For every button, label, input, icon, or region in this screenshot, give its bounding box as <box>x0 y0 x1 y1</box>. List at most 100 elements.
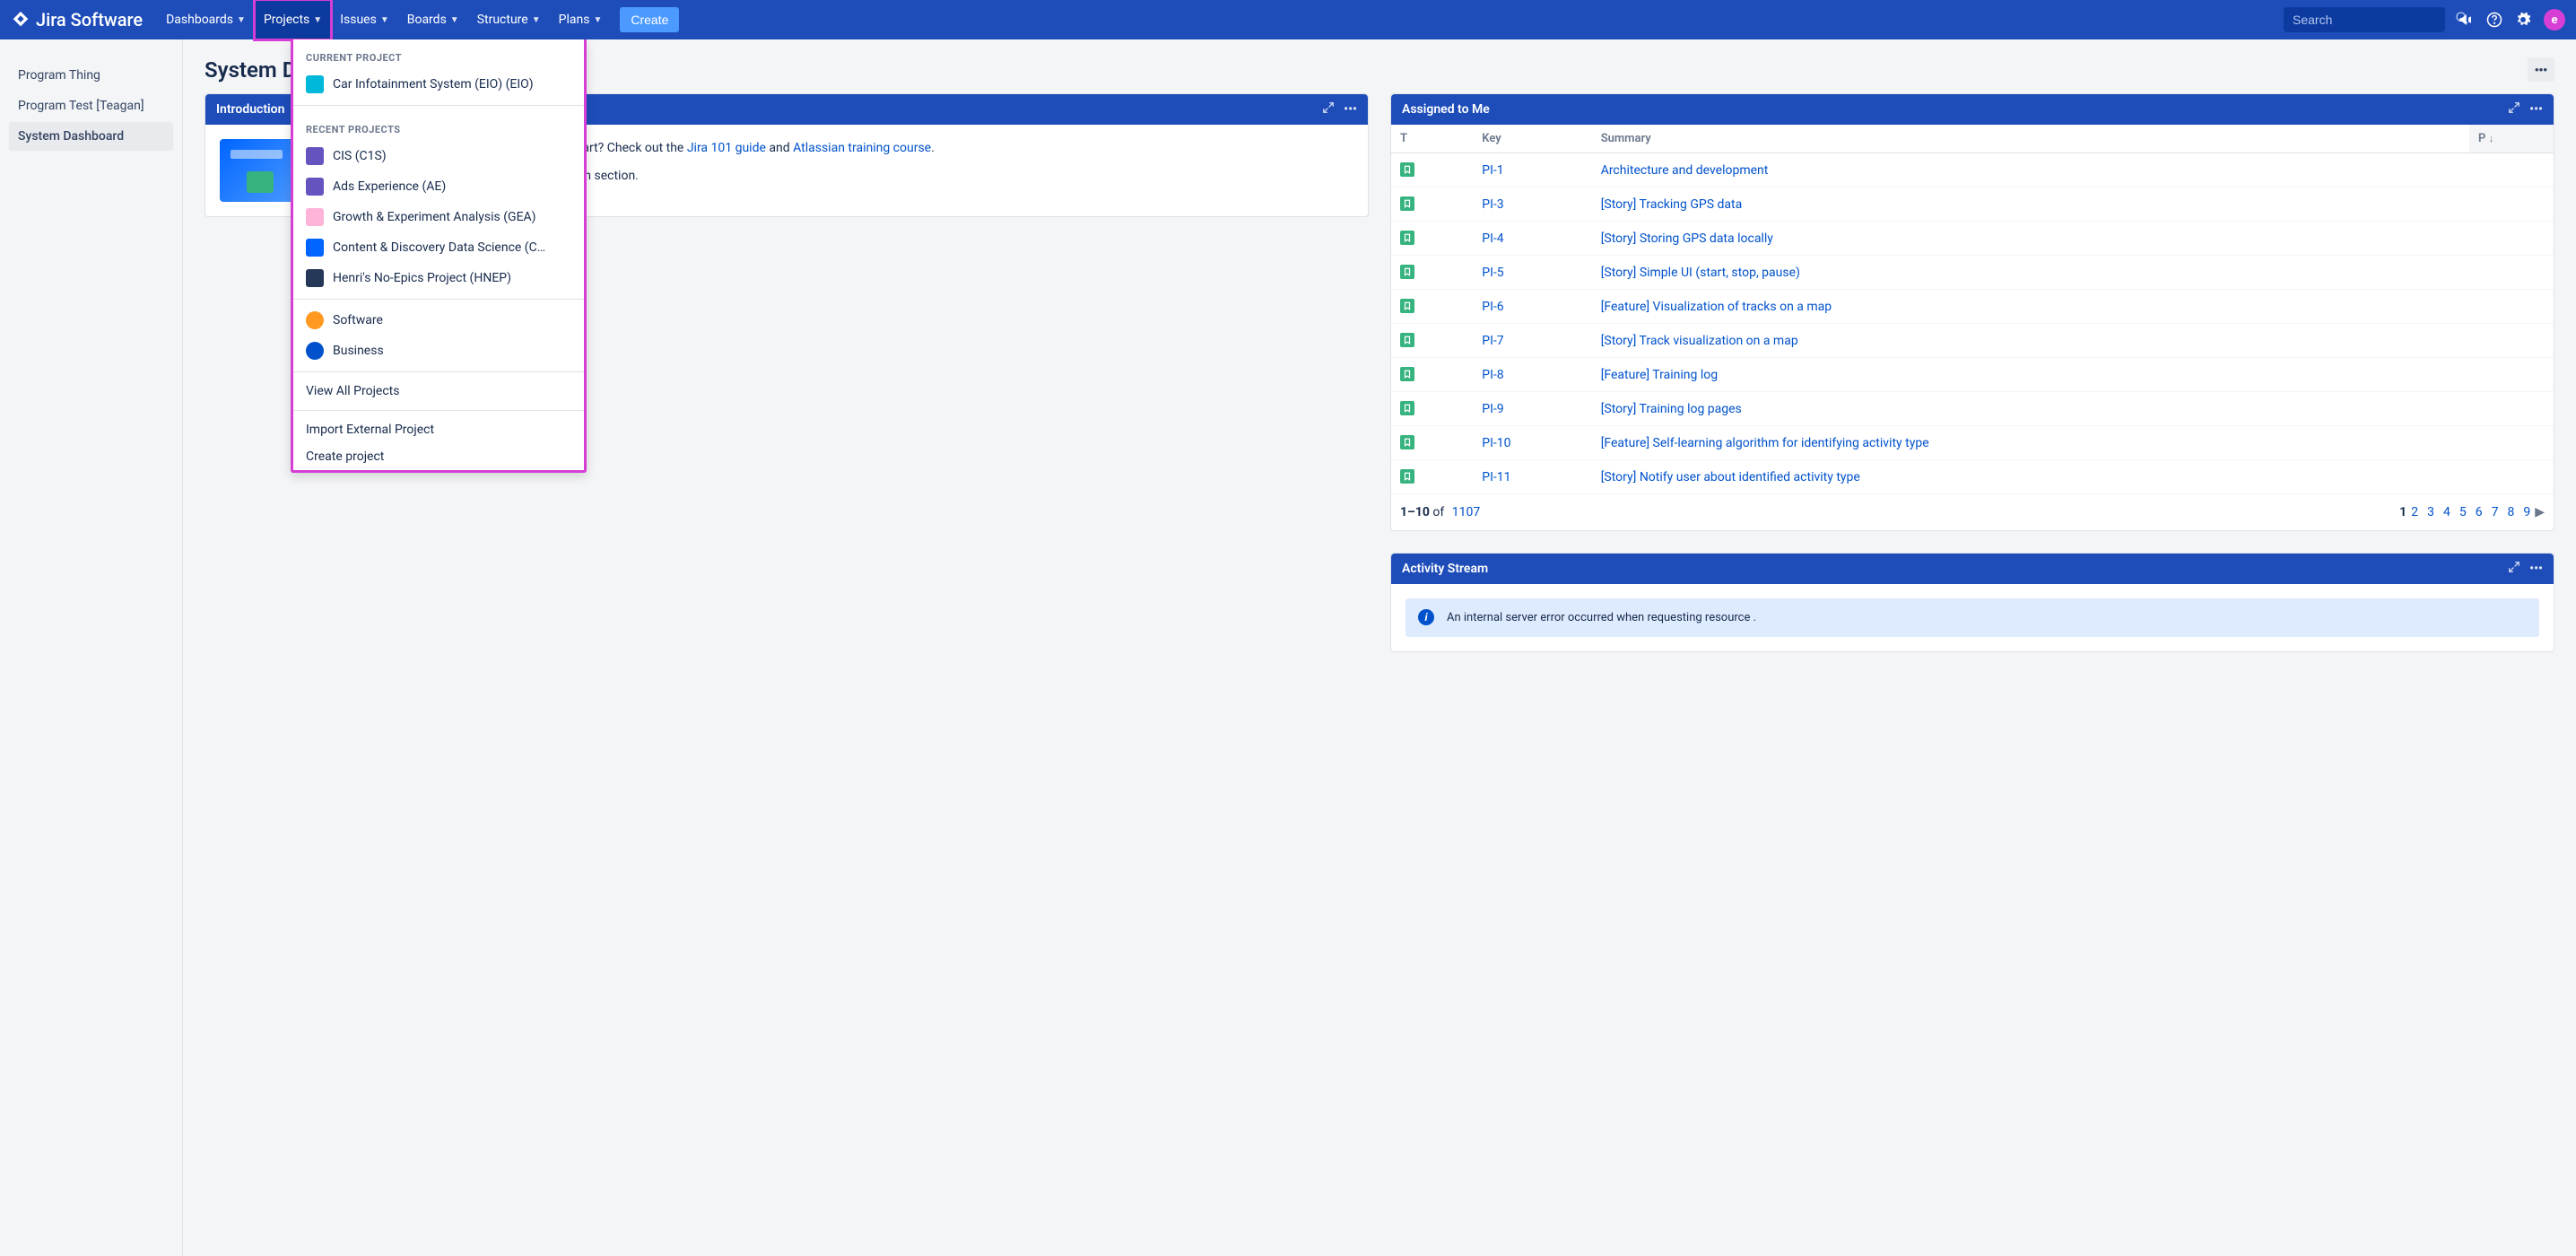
megaphone-icon[interactable] <box>2458 12 2474 28</box>
issue-key-link[interactable]: PI-9 <box>1482 402 1503 416</box>
dropdown-project-item[interactable]: CIS (C1S) <box>293 141 584 171</box>
table-row: PI-6 [Feature] Visualization of tracks on… <box>1391 290 2554 324</box>
dropdown-project-item[interactable]: Business <box>293 336 584 366</box>
dropdown-action-item[interactable]: View All Projects <box>293 378 584 405</box>
search-input[interactable] <box>2293 13 2455 27</box>
issue-key-link[interactable]: PI-1 <box>1482 163 1503 178</box>
total-link[interactable]: 1107 <box>1452 505 1480 519</box>
search-box[interactable] <box>2284 7 2445 32</box>
table-row: PI-11 [Story] Notify user about identifie… <box>1391 460 2554 494</box>
avatar[interactable]: e <box>2544 9 2565 31</box>
issue-key-link[interactable]: PI-5 <box>1482 266 1503 280</box>
dots-icon[interactable]: ••• <box>2529 562 2543 576</box>
issue-summary-link[interactable]: [Feature] Self-learning algorithm for id… <box>1601 436 1929 450</box>
dropdown-section-title: RECENT PROJECTS <box>293 111 584 141</box>
page-link[interactable]: 4 <box>2443 505 2450 519</box>
issue-key-link[interactable]: PI-3 <box>1482 197 1503 212</box>
create-button[interactable]: Create <box>620 7 679 32</box>
nav-boards[interactable]: Boards▼ <box>398 0 468 39</box>
sidebar-item-program-thing[interactable]: Program Thing <box>9 61 173 90</box>
issue-key-link[interactable]: PI-7 <box>1482 334 1503 348</box>
col-priority[interactable]: P ↓ <box>2469 125 2554 153</box>
dropdown-item-label: Car Infotainment System (EIO) (EIO) <box>333 77 534 92</box>
dropdown-action-item[interactable]: Create project <box>293 443 584 470</box>
page-link[interactable]: 8 <box>2507 505 2514 519</box>
page-link[interactable]: 5 <box>2459 505 2467 519</box>
dropdown-project-item[interactable]: Car Infotainment System (EIO) (EIO) <box>293 69 584 100</box>
issue-key-link[interactable]: PI-10 <box>1482 436 1510 450</box>
panel-title: Assigned to Me <box>1402 102 1490 117</box>
project-avatar-icon <box>306 342 324 360</box>
issue-summary-link[interactable]: [Story] Simple UI (start, stop, pause) <box>1601 266 1800 280</box>
page-link[interactable]: 9 <box>2523 505 2530 519</box>
nav-issues[interactable]: Issues▼ <box>331 0 398 39</box>
dropdown-item-label: Henri's No-Epics Project (HNEP) <box>333 271 511 285</box>
issue-key-link[interactable]: PI-6 <box>1482 300 1503 314</box>
nav-plans[interactable]: Plans▼ <box>550 0 612 39</box>
dropdown-item-label: Ads Experience (AE) <box>333 179 446 194</box>
nav-projects[interactable]: Projects▼ <box>255 0 331 39</box>
dots-icon[interactable]: ••• <box>1344 102 1357 117</box>
story-icon <box>1400 162 1414 177</box>
dropdown-item-label: Growth & Experiment Analysis (GEA) <box>333 210 536 224</box>
dropdown-project-item[interactable]: Growth & Experiment Analysis (GEA) <box>293 202 584 232</box>
issue-key-link[interactable]: PI-11 <box>1482 470 1510 484</box>
issue-summary-link[interactable]: [Feature] Training log <box>1601 368 1718 382</box>
dots-icon[interactable]: ••• <box>2529 102 2543 117</box>
gear-icon[interactable] <box>2515 12 2531 28</box>
expand-icon[interactable] <box>1322 101 1335 118</box>
page-link[interactable]: 7 <box>2492 505 2499 519</box>
expand-icon[interactable] <box>2508 561 2520 577</box>
error-banner: i An internal server error occurred when… <box>1405 598 2539 637</box>
projects-dropdown: CURRENT PROJECT Car Infotainment System … <box>291 39 587 473</box>
brand-text: Jira Software <box>36 9 143 31</box>
jira-101-link[interactable]: Jira 101 guide <box>687 141 766 155</box>
more-button[interactable]: ••• <box>2528 57 2554 82</box>
issue-key-link[interactable]: PI-8 <box>1482 368 1503 382</box>
issue-summary-link[interactable]: [Story] Tracking GPS data <box>1601 197 1743 212</box>
dropdown-project-item[interactable]: Content & Discovery Data Science (C… <box>293 232 584 263</box>
chevron-down-icon: ▼ <box>380 15 389 25</box>
dropdown-project-item[interactable]: Henri's No-Epics Project (HNEP) <box>293 263 584 293</box>
sidebar-item-program-test[interactable]: Program Test [Teagan] <box>9 92 173 120</box>
issue-key-link[interactable]: PI-4 <box>1482 231 1503 246</box>
intro-illustration <box>220 139 300 202</box>
nav-structure[interactable]: Structure▼ <box>468 0 550 39</box>
top-nav: Jira Software Dashboards▼ Projects▼ Issu… <box>0 0 2576 39</box>
dropdown-section-title: CURRENT PROJECT <box>293 39 584 69</box>
issue-summary-link[interactable]: [Story] Storing GPS data locally <box>1601 231 1773 246</box>
issue-summary-link[interactable]: Architecture and development <box>1601 163 1769 178</box>
chevron-down-icon: ▼ <box>237 15 246 25</box>
table-row: PI-5 [Story] Simple UI (start, stop, paus… <box>1391 256 2554 290</box>
expand-icon[interactable] <box>2508 101 2520 118</box>
nav-dashboards[interactable]: Dashboards▼ <box>157 0 255 39</box>
help-icon[interactable] <box>2486 12 2502 28</box>
dropdown-item-label: Content & Discovery Data Science (C… <box>333 240 545 255</box>
nav-items: Dashboards▼ Projects▼ Issues▼ Boards▼ St… <box>157 0 679 39</box>
dropdown-action-item[interactable]: Import External Project <box>293 416 584 443</box>
activity-panel: Activity Stream ••• i An internal server… <box>1390 553 2554 652</box>
training-link[interactable]: Atlassian training course <box>793 141 931 155</box>
chevron-down-icon: ▼ <box>532 15 541 25</box>
story-icon <box>1400 196 1414 211</box>
issue-summary-link[interactable]: [Story] Training log pages <box>1601 402 1742 416</box>
dropdown-project-item[interactable]: Ads Experience (AE) <box>293 171 584 202</box>
issue-summary-link[interactable]: [Story] Notify user about identified act… <box>1601 470 1860 484</box>
next-page-icon[interactable]: ▶ <box>2535 505 2545 519</box>
page-link[interactable]: 6 <box>2476 505 2483 519</box>
info-icon: i <box>1418 609 1434 625</box>
col-key[interactable]: Key <box>1473 125 1591 153</box>
page-link[interactable]: 2 <box>2411 505 2418 519</box>
issue-summary-link[interactable]: [Feature] Visualization of tracks on a m… <box>1601 300 1832 314</box>
story-icon <box>1400 435 1414 449</box>
dropdown-project-item[interactable]: Software <box>293 305 584 336</box>
logo[interactable]: Jira Software <box>11 9 143 31</box>
issue-summary-link[interactable]: [Story] Track visualization on a map <box>1601 334 1798 348</box>
col-type[interactable]: T <box>1391 125 1473 153</box>
table-footer: 1–10 of 1107 123456789 ▶ <box>1391 494 2554 530</box>
story-icon <box>1400 367 1414 381</box>
col-summary[interactable]: Summary <box>1592 125 2469 153</box>
panel-title: Activity Stream <box>1402 562 1488 576</box>
sidebar-item-system-dashboard[interactable]: System Dashboard <box>9 122 173 151</box>
page-link[interactable]: 3 <box>2427 505 2434 519</box>
